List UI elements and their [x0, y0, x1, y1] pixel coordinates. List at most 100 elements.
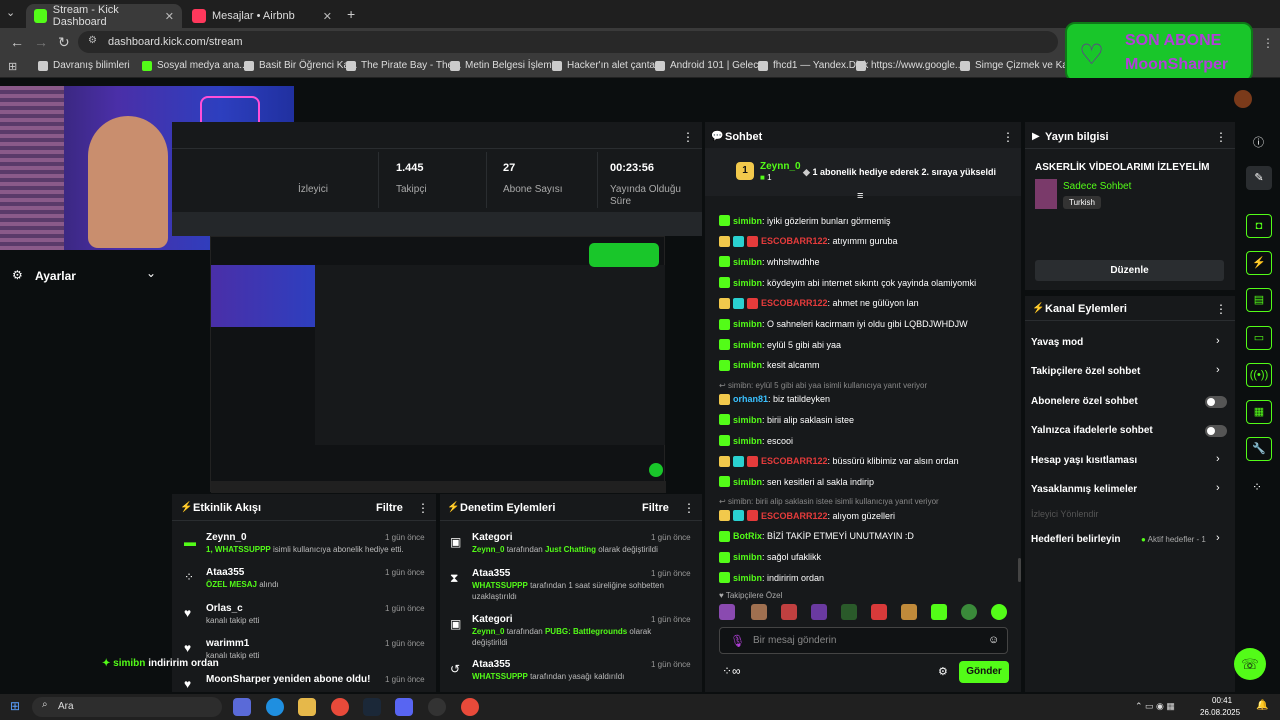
tab-airbnb[interactable]: Mesajlar • Airbnb ✕	[184, 4, 340, 28]
wrench-icon[interactable]: 🔧	[1246, 437, 1272, 461]
bookmark-item[interactable]: Metin Belgesi İşlemi...	[450, 60, 562, 71]
browser-menu-icon[interactable]: ⋮	[1262, 36, 1274, 50]
forward-arrow-icon[interactable]: →	[34, 34, 48, 50]
chat-scrollbar[interactable]	[1018, 558, 1021, 582]
lightning-icon[interactable]: ⚡	[1246, 251, 1272, 275]
clipboard-icon[interactable]: ▤	[1246, 288, 1272, 312]
activity-item-name[interactable]: Ataa355	[206, 567, 244, 578]
chevron-right-icon[interactable]: ›	[1216, 335, 1220, 347]
chat-username[interactable]: simibn	[733, 436, 762, 446]
bookmark-item[interactable]: Hacker'ın alet çanta...	[552, 60, 663, 71]
chrome-icon[interactable]	[461, 698, 479, 716]
chat-username[interactable]: simibn	[733, 573, 762, 583]
chat-icon[interactable]: ▭	[1246, 326, 1272, 350]
chat-username[interactable]: simibn	[733, 477, 762, 487]
chevron-right-icon[interactable]: ›	[1216, 532, 1220, 544]
avatar[interactable]	[1234, 90, 1252, 108]
chat-username[interactable]: ESCOBARR122	[761, 456, 828, 466]
chat-settings-gear-icon[interactable]: ⚙	[938, 665, 948, 678]
windows-start-icon[interactable]: ⊞	[10, 699, 20, 713]
microphone-icon[interactable]: 🎙	[730, 634, 745, 648]
emote-only-toggle[interactable]	[1205, 425, 1227, 437]
moderation-item-name[interactable]: Kategori	[472, 532, 513, 543]
activity-item-name[interactable]: Zeynn_0	[206, 532, 247, 543]
activity-item-name[interactable]: warimm1	[206, 638, 249, 649]
chevron-down-icon[interactable]: ⌄	[146, 266, 156, 280]
emote[interactable]	[901, 604, 917, 620]
banned-words-setting[interactable]: Yasaklanmış kelimeler	[1031, 484, 1137, 495]
account-age-setting[interactable]: Hesap yaşı kısıtlaması	[1031, 455, 1137, 466]
back-arrow-icon[interactable]: ←	[10, 34, 24, 50]
activity-filter-button[interactable]: Filtre	[376, 502, 403, 514]
moderation-item-name[interactable]: Kategori	[472, 614, 513, 625]
notification-bell-icon[interactable]: 🔔	[1256, 700, 1268, 711]
chat-tools-icon[interactable]: ⁘∞	[722, 664, 741, 678]
emote[interactable]	[871, 604, 887, 620]
tab-list-chevron-icon[interactable]: ⌄	[6, 6, 15, 19]
emote[interactable]	[991, 604, 1007, 620]
emote[interactable]	[961, 604, 977, 620]
emote[interactable]	[841, 604, 857, 620]
chat-username[interactable]: simibn	[733, 340, 762, 350]
more-options-icon[interactable]: ⋮	[1215, 302, 1227, 316]
file-explorer-icon[interactable]	[298, 698, 316, 716]
chat-username[interactable]: simibn	[733, 257, 762, 267]
more-options-icon[interactable]: ⋮	[1215, 130, 1227, 144]
chrome-icon[interactable]	[331, 698, 349, 716]
bookmark-item[interactable]: Android 101 | Gelec...	[655, 60, 767, 71]
activity-item-name[interactable]: MoonSharper yeniden abone oldu!	[206, 674, 370, 685]
bookmark-item[interactable]: Simge Çizmek ve Ka...	[960, 60, 1076, 71]
more-options-icon[interactable]: ⋮	[417, 501, 429, 515]
chevron-right-icon[interactable]: ›	[1216, 453, 1220, 465]
activity-item-name[interactable]: Orlas_c	[206, 603, 243, 614]
camera-icon[interactable]: ◘	[1246, 214, 1272, 238]
chat-username[interactable]: simibn	[733, 415, 762, 425]
new-tab-button[interactable]: +	[347, 6, 355, 22]
chat-username[interactable]: ESCOBARR122	[761, 511, 828, 521]
set-goals-setting[interactable]: Hedefleri belirleyin	[1031, 534, 1120, 545]
chat-username[interactable]: simibn	[733, 360, 762, 370]
close-tab-icon[interactable]: ✕	[323, 10, 332, 23]
bookmark-item[interactable]: https://www.google...	[856, 60, 963, 71]
info-icon[interactable]: ⓘ	[1253, 134, 1264, 150]
moderation-item-name[interactable]: Ataa355	[472, 659, 510, 670]
send-button[interactable]: Gönder	[959, 661, 1009, 683]
emote[interactable]	[811, 604, 827, 620]
emote[interactable]	[931, 604, 947, 620]
bookmark-item[interactable]: Basit Bir Öğrenci Ka...	[244, 60, 357, 71]
sidebar-item-settings[interactable]: Ayarlar	[35, 269, 76, 283]
chat-username[interactable]: BotRix	[733, 531, 762, 541]
chevron-right-icon[interactable]: ›	[1216, 364, 1220, 376]
site-info-icon[interactable]: ⚙	[88, 35, 97, 46]
edit-stream-button[interactable]: Düzenle	[1035, 260, 1224, 281]
moderation-item-name[interactable]: Ataa355	[472, 568, 510, 579]
edge-icon[interactable]	[266, 698, 284, 716]
chat-username[interactable]: orhan81	[733, 394, 768, 404]
subscribers-only-toggle[interactable]	[1205, 396, 1227, 408]
moderation-filter-button[interactable]: Filtre	[642, 502, 669, 514]
copilot-icon[interactable]	[233, 698, 251, 716]
scroll-down-icon[interactable]: ≡	[857, 190, 863, 202]
obs-icon[interactable]	[428, 698, 446, 716]
more-options-icon[interactable]: ⋮	[683, 501, 695, 515]
reload-icon[interactable]: ↻	[58, 34, 70, 51]
apps-grid-icon[interactable]: ⊞	[8, 60, 17, 73]
pinned-username[interactable]: Zeynn_0	[760, 161, 801, 172]
chevron-right-icon[interactable]: ›	[1216, 482, 1220, 494]
chat-username[interactable]: simibn	[733, 278, 762, 288]
layers-icon[interactable]: ▦	[1246, 400, 1272, 424]
more-options-icon[interactable]: ⋮	[1002, 130, 1014, 144]
emote[interactable]	[781, 604, 797, 620]
emote[interactable]	[719, 604, 735, 620]
close-tab-icon[interactable]: ✕	[165, 10, 174, 23]
tab-kick-dashboard[interactable]: Stream - Kick Dashboard ✕	[26, 4, 182, 28]
more-options-icon[interactable]: ⋮	[682, 130, 694, 144]
steam-icon[interactable]	[363, 698, 381, 716]
system-tray-icons[interactable]: ⌃ ▭ ◉ ▦	[1135, 701, 1175, 712]
slow-mode-setting[interactable]: Yavaş mod	[1031, 337, 1083, 348]
bookmark-item[interactable]: Davranış bilimleri	[38, 60, 130, 71]
chat-username[interactable]: simibn	[733, 216, 762, 226]
bookmark-item[interactable]: fhcd1 — Yandex.Disk	[758, 60, 868, 71]
bookmark-item[interactable]: The Pirate Bay - The...	[346, 60, 461, 71]
pencil-icon[interactable]: ✎	[1246, 166, 1272, 190]
